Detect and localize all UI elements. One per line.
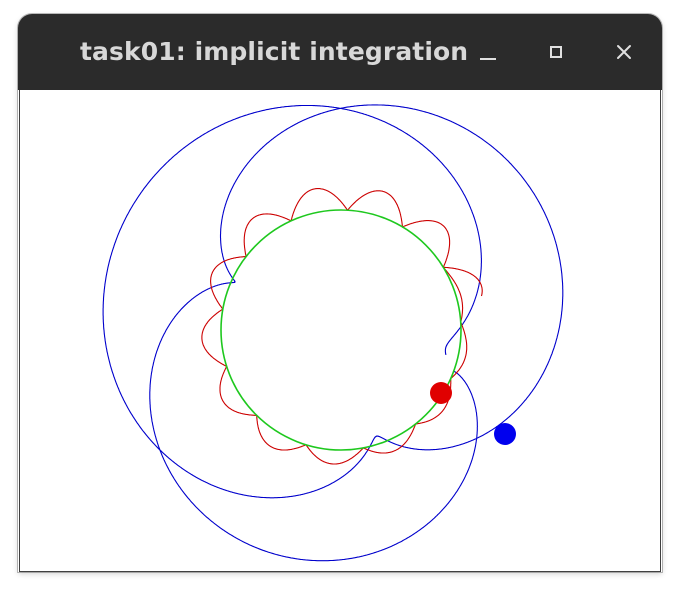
title-bar[interactable]: task01: implicit integration [18,14,662,90]
minimize-button[interactable] [472,36,504,68]
implicit-trajectory-line [201,188,483,465]
simulation-view [102,104,564,562]
minimize-icon [480,58,496,60]
maximize-button[interactable] [540,36,572,68]
close-icon [617,45,631,59]
implicit-particle [430,382,452,404]
explicit-trajectory-line [102,104,564,562]
close-button[interactable] [608,36,640,68]
render-canvas[interactable] [19,90,661,572]
explicit-trajectory [102,104,564,562]
implicit-trajectory [201,188,483,465]
window-title: task01: implicit integration [80,37,469,66]
maximize-icon [550,46,562,58]
app-window: task01: implicit integration [18,14,662,572]
constraint-circle [220,209,462,451]
explicit-particle [494,423,516,445]
